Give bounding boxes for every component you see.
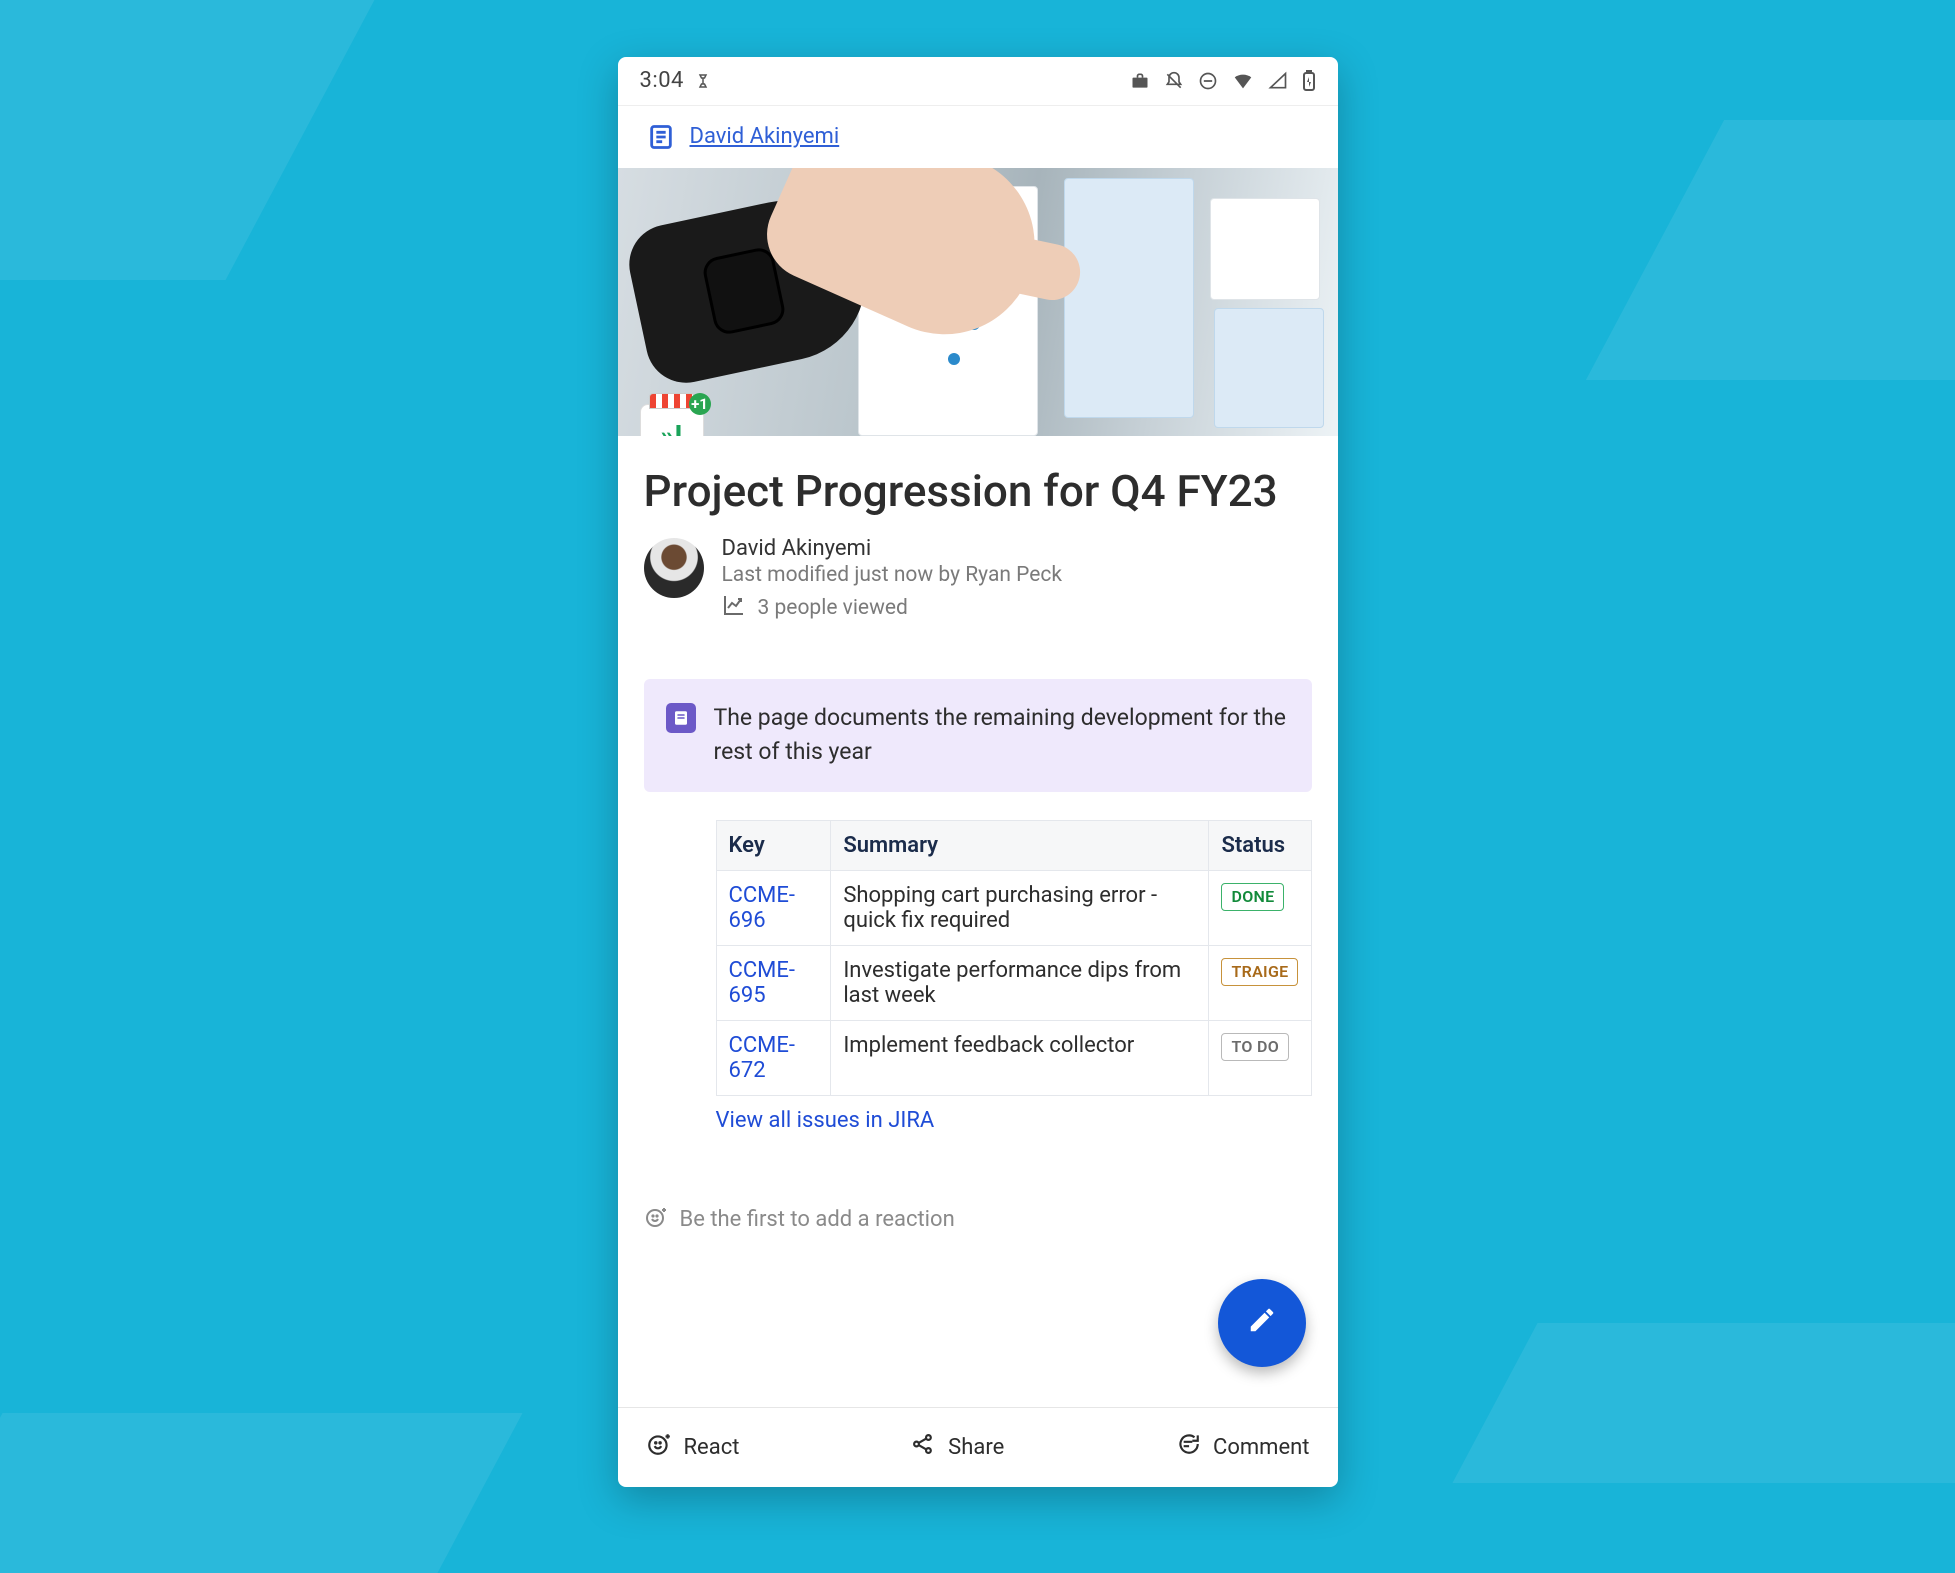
author-name[interactable]: David Akinyemi [722,536,1063,561]
avatar[interactable] [644,538,704,598]
status-time: 3:04 [640,68,684,93]
issue-summary: Implement feedback collector [831,1020,1209,1095]
share-label: Share [948,1435,1004,1460]
col-summary: Summary [831,820,1209,870]
document-icon [646,122,676,152]
issue-key-link[interactable]: CCME-695 [729,958,795,1008]
wifi-icon [1232,70,1254,92]
issue-summary: Investigate performance dips from last w… [831,945,1209,1020]
analytics-icon [722,593,746,623]
viewed-row[interactable]: 3 people viewed [722,593,1063,623]
battery-icon [1302,70,1316,92]
hero-image: »I +1 [618,168,1338,436]
reaction-prompt-text: Be the first to add a reaction [680,1207,955,1232]
breadcrumb-author-link[interactable]: David Akinyemi [690,124,840,149]
react-button[interactable]: React [646,1431,740,1463]
info-panel: The page documents the remaining develop… [644,679,1312,792]
signal-icon [1268,71,1288,91]
share-icon [910,1431,936,1463]
reaction-icon [646,1431,672,1463]
mute-icon [1164,71,1184,91]
sync-icon [694,72,712,90]
device-frame: 3:04 [618,57,1338,1487]
comment-label: Comment [1213,1435,1309,1460]
issue-key-link[interactable]: CCME-696 [729,883,795,933]
status-badge: DONE [1221,883,1284,911]
issue-key-link[interactable]: CCME-672 [729,1033,795,1083]
calendar-sticker-icon: »I +1 [640,404,704,436]
jira-table: Key Summary Status CCME-696 Shopping cart… [716,820,1312,1096]
comment-icon [1175,1431,1201,1463]
page-content: Project Progression for Q4 FY23 David Ak… [618,436,1338,1145]
share-button[interactable]: Share [910,1431,1004,1463]
byline: David Akinyemi Last modified just now by… [644,536,1312,623]
bottom-bar: React Share Comment [618,1407,1338,1487]
status-bar: 3:04 [618,57,1338,105]
viewed-text: 3 people viewed [758,596,908,620]
modified-text: Last modified just now by Ryan Peck [722,563,1063,587]
bg-decor [0,1413,523,1573]
table-row: CCME-672 Implement feedback collector TO D… [716,1020,1311,1095]
col-key: Key [716,820,831,870]
col-status: Status [1209,820,1311,870]
status-badge: TRAIGE [1221,958,1298,986]
bg-decor [1586,120,1955,380]
dnd-icon [1198,71,1218,91]
page-title: Project Progression for Q4 FY23 [644,462,1312,520]
table-header-row: Key Summary Status [716,820,1311,870]
bg-decor [1452,1323,1955,1483]
table-row: CCME-695 Investigate performance dips fro… [716,945,1311,1020]
table-row: CCME-696 Shopping cart purchasing error -… [716,870,1311,945]
edit-fab[interactable] [1218,1279,1306,1367]
comment-button[interactable]: Comment [1175,1431,1309,1463]
reaction-prompt[interactable]: Be the first to add a reaction [618,1205,1338,1235]
info-panel-text: The page documents the remaining develop… [714,701,1290,770]
breadcrumb: David Akinyemi [618,105,1338,168]
bg-decor [0,0,374,280]
issue-summary: Shopping cart purchasing error - quick f… [831,870,1209,945]
view-all-link[interactable]: View all issues in JIRA [716,1108,1312,1133]
panel-note-icon [666,703,696,733]
status-badge: TO DO [1221,1033,1289,1061]
react-label: React [684,1435,740,1460]
add-reaction-icon [644,1205,668,1235]
briefcase-icon [1130,71,1150,91]
pencil-icon [1247,1305,1277,1341]
